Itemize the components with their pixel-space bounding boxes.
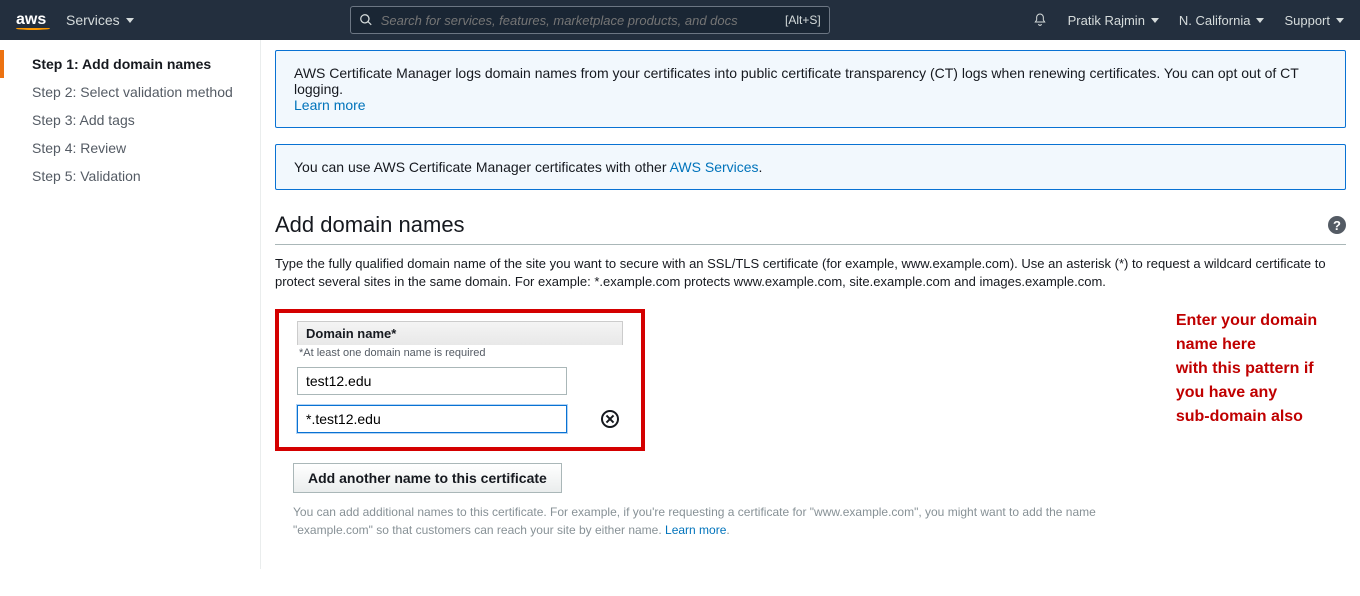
sidebar-step-2[interactable]: Step 2: Select validation method <box>0 78 260 106</box>
region-menu[interactable]: N. California <box>1179 13 1265 28</box>
sidebar-step-4[interactable]: Step 4: Review <box>0 134 260 162</box>
divider <box>275 244 1346 245</box>
callout-line-3: sub-domain also <box>1176 408 1303 425</box>
services-menu[interactable]: Services <box>66 12 134 28</box>
aws-services-text-before: You can use AWS Certificate Manager cert… <box>294 159 670 175</box>
annotation-callout: Enter your domain name here with this pa… <box>1176 309 1346 429</box>
bell-icon[interactable] <box>1032 12 1048 28</box>
aws-services-info: You can use AWS Certificate Manager cert… <box>275 144 1346 190</box>
add-domain-button[interactable]: Add another name to this certificate <box>293 463 562 493</box>
sidebar-step-5[interactable]: Step 5: Validation <box>0 162 260 190</box>
aws-services-text-after: . <box>759 159 763 175</box>
caret-down-icon <box>1151 18 1159 23</box>
remove-domain-icon[interactable] <box>601 410 619 428</box>
ct-logging-text: AWS Certificate Manager logs domain name… <box>294 65 1299 97</box>
domain-input-1[interactable] <box>297 367 567 395</box>
wizard-sidebar: Step 1: Add domain names Step 2: Select … <box>0 40 260 569</box>
add-domain-learn-more-link[interactable]: Learn more <box>665 523 726 537</box>
user-name: Pratik Rajmin <box>1068 13 1145 28</box>
domain-input-2[interactable] <box>297 405 567 433</box>
section-header: Add domain names ? <box>275 212 1346 244</box>
aws-logo[interactable]: aws <box>16 11 50 30</box>
section-description: Type the fully qualified domain name of … <box>275 255 1346 291</box>
search-input[interactable] <box>381 13 785 28</box>
caret-down-icon <box>126 18 134 23</box>
required-note: *At least one domain name is required <box>297 345 623 367</box>
ct-learn-more-link[interactable]: Learn more <box>294 97 366 113</box>
callout-line-1: Enter your domain name here <box>1176 312 1317 353</box>
sidebar-step-3[interactable]: Step 3: Add tags <box>0 106 260 134</box>
domain-name-header: Domain name* <box>297 321 623 345</box>
aws-services-link[interactable]: AWS Services <box>670 159 759 175</box>
top-navbar: aws Services [Alt+S] Pratik Rajmin N. Ca… <box>0 0 1360 40</box>
aws-logo-text: aws <box>16 11 46 28</box>
support-menu[interactable]: Support <box>1284 13 1344 28</box>
top-right-nav: Pratik Rajmin N. California Support <box>1032 12 1344 28</box>
user-menu[interactable]: Pratik Rajmin <box>1068 13 1159 28</box>
search-box[interactable]: [Alt+S] <box>350 6 830 34</box>
search-icon <box>359 13 373 27</box>
sidebar-step-1[interactable]: Step 1: Add domain names <box>0 50 260 78</box>
ct-logging-info: AWS Certificate Manager logs domain name… <box>275 50 1346 128</box>
main-content: AWS Certificate Manager logs domain name… <box>260 40 1360 569</box>
help-icon[interactable]: ? <box>1328 216 1346 234</box>
support-label: Support <box>1284 13 1330 28</box>
add-domain-note: You can add additional names to this cer… <box>293 503 1156 539</box>
section-title: Add domain names <box>275 212 465 238</box>
caret-down-icon <box>1256 18 1264 23</box>
services-label: Services <box>66 12 120 28</box>
region-name: N. California <box>1179 13 1251 28</box>
callout-line-2: with this pattern if you have any <box>1176 360 1314 401</box>
caret-down-icon <box>1336 18 1344 23</box>
search-shortcut: [Alt+S] <box>785 13 821 27</box>
highlight-box: Domain name* *At least one domain name i… <box>275 309 645 451</box>
